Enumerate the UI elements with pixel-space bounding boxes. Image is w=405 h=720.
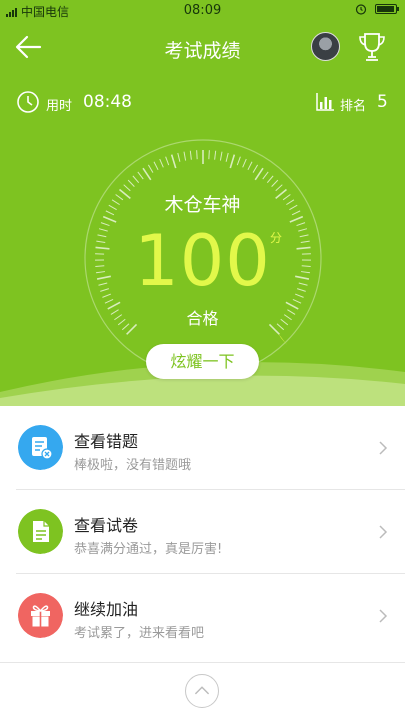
gauge-tick [183, 151, 187, 161]
gauge-tick [219, 151, 223, 161]
trophy-icon[interactable] [357, 31, 387, 63]
chevron-right-icon [379, 525, 388, 539]
gauge-tick [177, 152, 181, 162]
wrong-questions-icon [18, 425, 63, 470]
gauge-tick [247, 161, 253, 171]
status-bar: 中国电信 08:09 [0, 0, 405, 22]
gauge-tick [266, 175, 274, 184]
gauge-tick [236, 156, 241, 166]
gauge-tick [242, 158, 247, 168]
alarm-icon [355, 4, 367, 15]
item-title: 继续加油 [74, 600, 139, 619]
avatar[interactable] [311, 32, 340, 61]
item-subtitle: 恭喜满分通过，真是厉害! [74, 542, 223, 557]
list-item-exam-paper[interactable]: 查看试卷 恭喜满分通过，真是厉害! [0, 490, 405, 574]
gauge-tick [252, 164, 259, 173]
scroll-up-button[interactable] [185, 674, 219, 708]
gauge-tick [189, 150, 192, 160]
item-title: 查看错题 [74, 432, 139, 451]
gauge-tick [196, 150, 198, 160]
bar-chart-icon [316, 93, 334, 111]
clock-icon [17, 91, 39, 113]
gauge-tick [262, 171, 269, 180]
gauge-tick [170, 154, 177, 169]
divider [0, 662, 405, 663]
score-unit: 分 [270, 231, 283, 245]
chevron-up-icon [194, 686, 210, 695]
gauge-tick [137, 171, 144, 180]
item-title: 查看试卷 [74, 516, 139, 535]
stats-row: 用时 08:48 排名 5 [0, 86, 405, 116]
gauge-tick [159, 158, 164, 168]
rank-label: 排名 [340, 99, 367, 114]
score-value: 100 [134, 220, 271, 302]
user-name: 木仓车神 [164, 194, 241, 216]
gauge-tick [153, 161, 159, 171]
time-value: 08:48 [83, 92, 132, 112]
list-item-keep-going[interactable]: 继续加油 考试累了，进来看看吧 [0, 574, 405, 658]
gauge-tick [127, 179, 135, 187]
gauge-tick [142, 167, 152, 181]
gauge-tick [254, 167, 264, 181]
list-item-wrong-questions[interactable]: 查看错题 棒极啦，没有错题哦 [0, 406, 405, 490]
rank-value: 5 [377, 92, 388, 112]
gift-icon [18, 593, 63, 638]
battery-icon [375, 4, 399, 14]
gauge-pointer [277, 332, 288, 346]
gauge-tick [104, 298, 114, 304]
exam-paper-icon [18, 509, 63, 554]
page-title: 考试成绩 [164, 40, 241, 62]
share-button[interactable]: 炫耀一下 [146, 344, 259, 379]
chevron-right-icon [379, 609, 388, 623]
gauge-tick [208, 150, 210, 160]
gauge-tick [165, 156, 170, 166]
gauge-tick [229, 154, 236, 169]
gauge-tick [292, 298, 302, 304]
nav-bar: 考试成绩 [0, 22, 405, 74]
time-label: 用时 [46, 99, 73, 114]
gauge-tick [225, 152, 229, 162]
pass-status: 合格 [186, 309, 219, 328]
gauge-tick [132, 175, 140, 184]
score-header: 中国电信 08:09 考试成绩 用时 08:48 排名 5 木仓车神 100 分… [0, 0, 405, 406]
gauge-tick [214, 150, 217, 160]
chevron-right-icon [379, 441, 388, 455]
gauge-tick [147, 164, 154, 173]
status-time: 08:09 [183, 3, 222, 18]
item-subtitle: 棒极啦，没有错题哦 [74, 458, 192, 473]
gauge-tick [271, 179, 279, 187]
item-subtitle: 考试累了，进来看看吧 [74, 626, 205, 641]
